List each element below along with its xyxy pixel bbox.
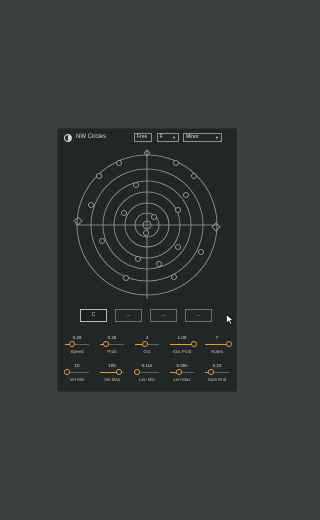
notes-label: Notes xyxy=(211,349,223,354)
vel-max-label: Vel Max xyxy=(103,377,120,382)
note-dot xyxy=(175,207,181,213)
note-dot xyxy=(135,256,141,262)
note-dot xyxy=(173,160,179,166)
note-button-1[interactable]: C xyxy=(80,309,107,322)
header: NW Circles Free F ▼ Minor ▼ xyxy=(58,129,238,145)
note-dot xyxy=(198,249,204,255)
oct-label: Oct xyxy=(143,349,151,354)
oct-slider[interactable]: 3 Oct xyxy=(132,335,162,359)
scale-value: Minor xyxy=(186,134,199,140)
note-dot xyxy=(156,261,162,267)
len-max-slider[interactable]: 0.38s Len Max xyxy=(167,363,197,387)
mouse-cursor-icon xyxy=(226,314,234,325)
oct-value: 3 xyxy=(145,335,149,340)
slider-thumb[interactable] xyxy=(116,369,123,375)
slider-thumb[interactable] xyxy=(103,341,109,347)
note-dot xyxy=(151,214,157,220)
note-dot xyxy=(191,173,197,179)
chevron-down-icon: ▼ xyxy=(215,135,219,140)
sust-rnd-slider[interactable]: 0.23 Sust Rnd xyxy=(202,363,232,387)
slider-thumb[interactable] xyxy=(68,341,75,347)
chevron-down-icon: ▼ xyxy=(172,135,176,140)
node-marker xyxy=(211,222,221,232)
mode-dropdown[interactable]: Free xyxy=(134,133,152,142)
speed-value: 0.29 xyxy=(72,335,82,340)
mode-value: Free xyxy=(137,134,148,140)
slider-thumb[interactable] xyxy=(207,369,214,375)
note-dot xyxy=(175,244,181,250)
sus-prob-slider[interactable]: 1.00 Sus Prob xyxy=(167,335,197,359)
slider-thumb[interactable] xyxy=(191,341,197,347)
notes-slider[interactable]: 7 Notes xyxy=(202,335,232,359)
len-min-slider[interactable]: 0.11s Len Min xyxy=(132,363,162,387)
prob-label: Prob xyxy=(107,349,117,354)
sus-prob-value: 1.00 xyxy=(177,335,187,340)
vel-min-label: Vel Min xyxy=(69,377,85,382)
node-marker xyxy=(73,216,83,226)
notes-value: 7 xyxy=(215,335,219,340)
slider-thumb[interactable] xyxy=(141,341,148,347)
note-dot xyxy=(143,230,149,236)
note-button-4[interactable]: ... xyxy=(185,309,212,322)
circles-visualizer[interactable] xyxy=(58,145,238,305)
speed-label: Speed xyxy=(70,349,84,354)
key-dropdown[interactable]: F ▼ xyxy=(157,133,179,142)
scale-dropdown[interactable]: Minor ▼ xyxy=(183,133,222,142)
note-dot xyxy=(116,160,122,166)
sus-prob-label: Sus Prob xyxy=(172,349,192,354)
slider-thumb[interactable] xyxy=(226,341,232,347)
speed-slider[interactable]: 0.29 Speed xyxy=(62,335,92,359)
key-value: F xyxy=(160,134,164,140)
vel-min-value: 10 xyxy=(74,363,80,368)
logo-icon xyxy=(64,134,72,142)
note-dot xyxy=(99,238,105,244)
prob-slider[interactable]: 0.25 Prob xyxy=(97,335,127,359)
note-dot xyxy=(133,182,139,188)
slider-thumb[interactable] xyxy=(176,369,183,375)
note-dot xyxy=(183,192,189,198)
prob-value: 0.25 xyxy=(107,335,117,340)
len-max-value: 0.38s xyxy=(176,363,188,368)
sust-rnd-label: Sust Rnd xyxy=(207,377,227,382)
note-button-3[interactable]: ... xyxy=(150,309,177,322)
nw-circles-panel: NW Circles Free F ▼ Minor ▼ C ... ... ..… xyxy=(57,128,237,392)
vel-max-slider[interactable]: 105 Vel Max xyxy=(97,363,127,387)
note-dot xyxy=(121,210,127,216)
sust-rnd-value: 0.23 xyxy=(212,363,222,368)
len-min-label: Len Min xyxy=(138,377,155,382)
note-dot xyxy=(123,275,129,281)
plugin-title: NW Circles xyxy=(76,134,106,140)
slider-thumb[interactable] xyxy=(134,369,141,375)
note-dot xyxy=(171,274,177,280)
slider-thumb[interactable] xyxy=(64,369,71,375)
len-max-label: Len Max xyxy=(173,377,191,382)
vel-min-slider[interactable]: 10 Vel Min xyxy=(62,363,92,387)
len-min-value: 0.11s xyxy=(141,363,153,368)
vel-max-value: 105 xyxy=(108,363,116,368)
note-button-2[interactable]: ... xyxy=(115,309,142,322)
note-dot xyxy=(88,202,94,208)
note-dot xyxy=(96,173,102,179)
